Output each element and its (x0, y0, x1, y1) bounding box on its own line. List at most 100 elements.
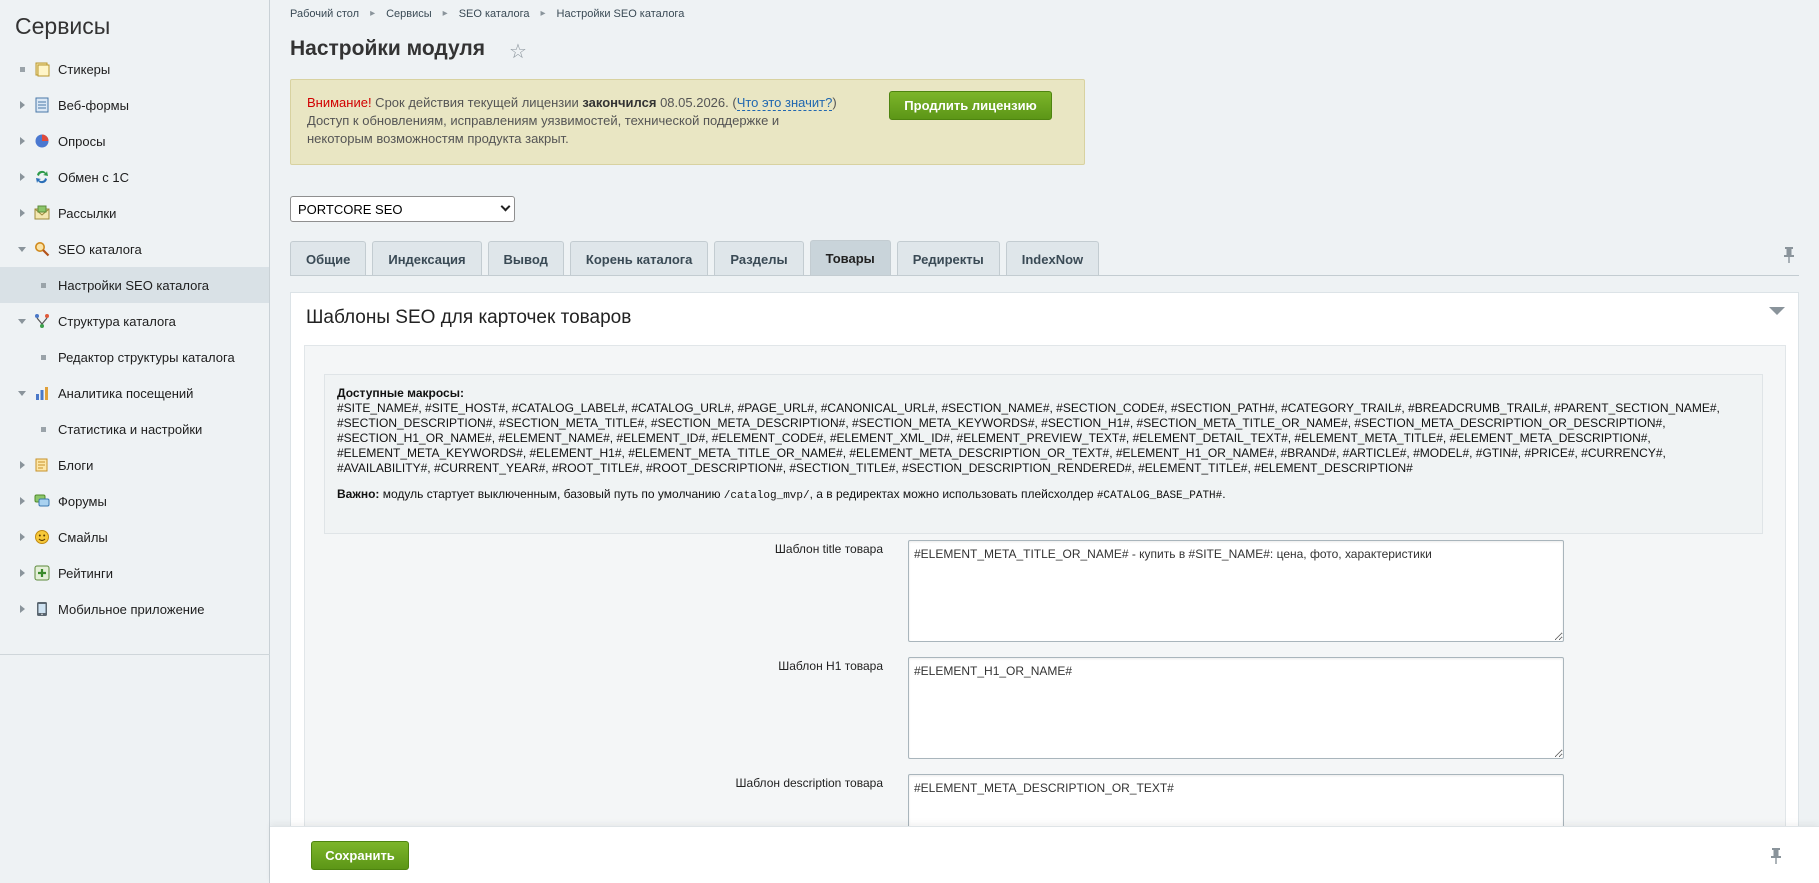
license-line-1: Внимание! Срок действия текущей лицензии… (307, 94, 867, 112)
tab-products[interactable]: Товары (809, 240, 891, 276)
main-content: Рабочий стол ▸ Сервисы ▸ SEO каталога ▸ … (270, 0, 1819, 883)
footer-bar: Сохранить (270, 826, 1819, 883)
rating-icon (34, 565, 50, 581)
pin-icon[interactable] (1769, 847, 1783, 865)
tab-indexnow[interactable]: IndexNow (1005, 241, 1100, 276)
license-expired: закончился (582, 95, 657, 110)
smile-icon (35, 530, 49, 544)
poll-icon (35, 134, 49, 148)
sidebar-item-polls[interactable]: Опросы (0, 123, 269, 159)
sidebar-item-1c-exchange[interactable]: Обмен с 1С (0, 159, 269, 195)
sidebar-item-mailings[interactable]: Рассылки (0, 195, 269, 231)
important-text: модуль стартует выключенным, базовый пут… (379, 487, 724, 501)
blog-icon (35, 458, 48, 472)
forum-icon (34, 494, 50, 507)
tab-general[interactable]: Общие (290, 241, 367, 276)
breadcrumb-link[interactable]: Настройки SEO каталога (557, 8, 685, 20)
chevron-right-icon (17, 532, 27, 542)
sidebar-title: Сервисы (15, 13, 111, 39)
license-text: Срок действия текущей лицензии (371, 95, 583, 110)
save-button[interactable]: Сохранить (311, 841, 409, 870)
sticker-icon (35, 62, 50, 77)
sidebar-item-seo-settings[interactable]: Настройки SEO каталога (0, 267, 269, 303)
exchange-icon (36, 170, 48, 184)
collapse-icon[interactable] (1768, 305, 1786, 317)
license-warn-label: Внимание! (307, 95, 372, 110)
sidebar-item-label: Статистика и настройки (58, 421, 203, 437)
sidebar-item-visit-analytics[interactable]: Аналитика посещений (0, 375, 269, 411)
breadcrumb: Рабочий стол ▸ Сервисы ▸ SEO каталога ▸ … (290, 8, 684, 20)
title-template-label: Шаблон title товара (774, 542, 883, 556)
breadcrumb-link[interactable]: Сервисы (386, 8, 432, 20)
description-template-label: Шаблон description товара (735, 776, 883, 790)
important-label: Важно: (337, 487, 380, 501)
title-template-input[interactable]: #ELEMENT_META_TITLE_OR_NAME# - купить в … (908, 540, 1564, 642)
chevron-right-icon (17, 208, 27, 218)
chevron-right-icon (17, 172, 27, 182)
sidebar-item-catalog-structure[interactable]: Структура каталога (0, 303, 269, 339)
chevron-right-icon (17, 496, 27, 506)
sidebar-item-label: Веб-формы (58, 97, 129, 113)
module-select[interactable]: PORTCORE SEO (290, 196, 515, 222)
tabs-divider (290, 275, 1799, 276)
sidebar-item-forums[interactable]: Форумы (0, 483, 269, 519)
sidebar-item-stickers[interactable]: Стикеры (0, 51, 269, 87)
license-line-3: некоторым возможностям продукта закрыт. (307, 131, 569, 146)
sidebar-item-label: Структура каталога (58, 313, 176, 329)
renew-license-button[interactable]: Продлить лицензию (889, 91, 1052, 120)
macros-title: Доступные макросы: (337, 386, 464, 400)
bullet-icon (17, 64, 27, 74)
seo-templates-panel: Шаблоны SEO для карточек товаров Доступн… (290, 292, 1799, 883)
pin-icon[interactable] (1782, 246, 1796, 264)
sidebar-item-label: Обмен с 1С (58, 169, 129, 185)
module-select-value: PORTCORE SEO (298, 201, 403, 217)
macros-list: #SITE_NAME#, #SITE_HOST#, #CATALOG_LABEL… (337, 401, 1720, 475)
tab-sections[interactable]: Разделы (714, 241, 804, 276)
tab-output[interactable]: Вывод (487, 241, 564, 276)
bullet-icon (38, 424, 48, 434)
chevron-right-icon (17, 100, 27, 110)
sidebar-item-stats-settings[interactable]: Статистика и настройки (0, 411, 269, 447)
webform-icon (35, 97, 49, 113)
sidebar-item-ratings[interactable]: Рейтинги (0, 555, 269, 591)
sidebar-item-structure-editor[interactable]: Редактор структуры каталога (0, 339, 269, 375)
important-text: . (1222, 487, 1226, 501)
license-what-link[interactable]: Что это значит? (736, 95, 833, 111)
sidebar-item-webforms[interactable]: Веб-формы (0, 87, 269, 123)
tab-indexing[interactable]: Индексация (372, 241, 482, 276)
breadcrumb-link[interactable]: SEO каталога (459, 8, 530, 20)
sidebar-item-label: Блоги (58, 457, 94, 473)
breadcrumb-separator-icon: ▸ (540, 8, 546, 19)
sidebar-item-label: Рассылки (58, 205, 117, 221)
page-title: Настройки модуля (290, 37, 486, 60)
bullet-icon (38, 280, 48, 290)
bullet-icon (38, 352, 48, 362)
chevron-right-icon (17, 460, 27, 470)
sidebar-item-seo-catalog[interactable]: SEO каталога (0, 231, 269, 267)
tab-bar: Общие Индексация Вывод Корень каталога Р… (290, 240, 1100, 276)
sidebar-item-label: SEO каталога (58, 241, 142, 257)
chevron-down-icon (17, 316, 27, 326)
chevron-right-icon (17, 568, 27, 578)
h1-template-input[interactable]: #ELEMENT_H1_OR_NAME# (908, 657, 1564, 759)
sidebar-item-label: Аналитика посещений (58, 385, 194, 401)
seo-search-icon (35, 242, 50, 257)
chevron-down-icon (17, 244, 27, 254)
macros-info: Доступные макросы: #SITE_NAME#, #SITE_HO… (324, 374, 1763, 534)
sidebar-item-label: Опросы (58, 133, 106, 149)
important-text: , а в редиректах можно использовать плей… (809, 487, 1097, 501)
panel-body: Доступные макросы: #SITE_NAME#, #SITE_HO… (304, 345, 1786, 883)
star-icon[interactable]: ☆ (509, 39, 527, 64)
sidebar-item-mobile-app[interactable]: Мобильное приложение (0, 591, 269, 627)
tab-catalog-root[interactable]: Корень каталога (569, 241, 709, 276)
tab-redirects[interactable]: Редиректы (896, 241, 1000, 276)
important-code: /catalog_mvp/ (723, 490, 810, 502)
breadcrumb-separator-icon: ▸ (442, 8, 448, 19)
sidebar-item-label: Форумы (58, 493, 107, 509)
sidebar-item-smiles[interactable]: Смайлы (0, 519, 269, 555)
license-warning: Внимание! Срок действия текущей лицензии… (290, 79, 1085, 165)
breadcrumb-link[interactable]: Рабочий стол (290, 8, 359, 20)
breadcrumb-separator-icon: ▸ (370, 8, 376, 19)
sidebar-item-blogs[interactable]: Блоги (0, 447, 269, 483)
sidebar-item-label: Мобильное приложение (58, 601, 205, 617)
